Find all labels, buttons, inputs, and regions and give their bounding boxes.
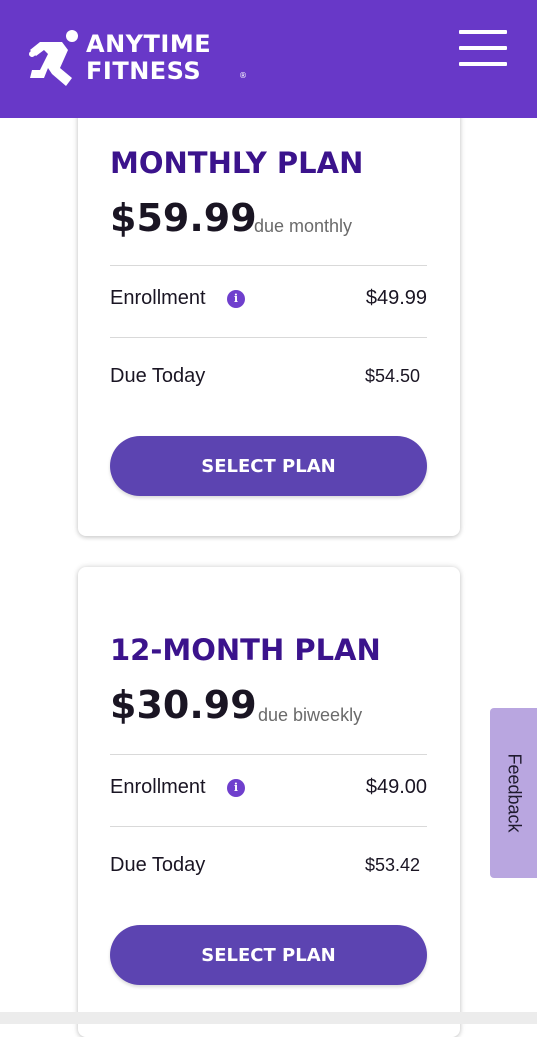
info-icon[interactable]: i xyxy=(227,779,245,797)
select-plan-button[interactable]: SELECT PLAN xyxy=(110,925,427,985)
brand-line-1: ANYTIME xyxy=(86,30,212,58)
due-today-label: Due Today xyxy=(110,854,206,876)
plan-period: due monthly xyxy=(254,216,353,236)
brand-line-2: FITNESS xyxy=(86,57,202,85)
bottom-edge xyxy=(0,1012,537,1024)
due-today-value: $54.50 xyxy=(364,366,420,386)
select-plan-button[interactable]: SELECT PLAN xyxy=(110,436,427,496)
due-today-value: $53.42 xyxy=(364,855,420,875)
menu-bar xyxy=(459,46,507,50)
due-today-label: Due Today xyxy=(110,365,206,387)
anytime-fitness-logo[interactable]: ANYTIME FITNESS ® xyxy=(26,28,256,90)
divider xyxy=(110,265,427,266)
divider xyxy=(110,826,427,827)
enrollment-value: $49.99 xyxy=(365,287,427,309)
running-man-icon xyxy=(29,30,78,86)
brand-name: ANYTIME FITNESS xyxy=(86,31,211,85)
menu-bar xyxy=(459,62,507,66)
plan-period: due biweekly xyxy=(258,705,363,725)
menu-bar xyxy=(459,30,507,34)
plan-price: $30.99 xyxy=(110,683,257,727)
site-header: ANYTIME FITNESS ® xyxy=(0,0,537,118)
enrollment-label: Enrollment xyxy=(110,287,206,309)
enrollment-value: $49.00 xyxy=(365,776,427,798)
registered-mark: ® xyxy=(239,71,247,80)
enrollment-label: Enrollment xyxy=(110,776,206,798)
info-icon[interactable]: i xyxy=(227,290,245,308)
divider xyxy=(110,754,427,755)
hamburger-menu-icon[interactable] xyxy=(459,30,507,68)
feedback-label: Feedback xyxy=(504,753,524,833)
plan-price: $59.99 xyxy=(110,196,257,240)
plan-card-12-month: 12-MONTH PLAN $30.99 due biweekly Enroll… xyxy=(78,567,460,1037)
feedback-tab[interactable]: Feedback xyxy=(490,708,537,878)
plan-title: MONTHLY PLAN xyxy=(110,146,364,180)
plan-card-monthly: MONTHLY PLAN $59.99 due monthly Enrollme… xyxy=(78,98,460,536)
divider xyxy=(110,337,427,338)
plan-title: 12-MONTH PLAN xyxy=(110,633,381,667)
